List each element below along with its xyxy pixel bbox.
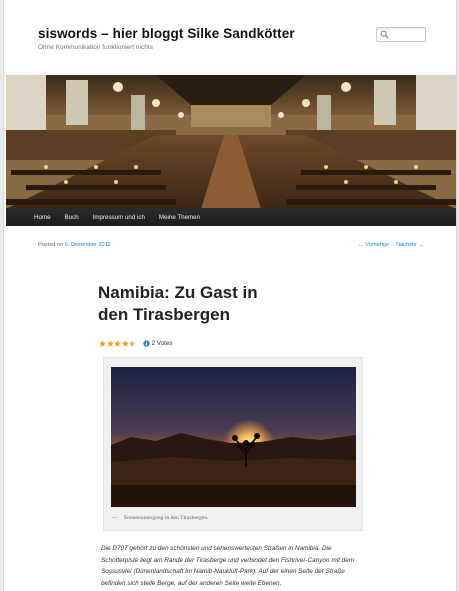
star-half-icon[interactable] [129,340,136,347]
menu-item-meine-themen[interactable]: Meine Themen [159,214,200,221]
menu-item-home[interactable]: Home [34,214,51,221]
search-icon [380,30,389,39]
site-title[interactable]: siswords – hier bloggt Silke Sandkötter [38,26,295,41]
menu-item-buch[interactable]: Buch [65,214,79,221]
sunset-photo[interactable] [111,367,356,507]
post-body-text: Die D707 gehört zu den schönsten und seh… [101,545,355,587]
menu-item-impressum[interactable]: Impressum und ich [93,214,145,221]
star-icon[interactable] [114,340,121,347]
star-icon[interactable] [121,340,129,347]
page: siswords – hier bloggt Silke Sandkötter … [3,0,457,591]
post-navigation: ← Vorherige Nächste → [358,242,424,248]
post-date-link[interactable]: 9. Dezember 2012 [65,242,111,248]
star-icon[interactable] [106,340,114,347]
post-meta: Posted on 9. Dezember 2012 [38,242,111,248]
main-menu: Home Buch Impressum und ich Meine Themen [6,208,456,226]
post-rating: 2 Votes [99,340,173,347]
caption-dash: — [112,515,118,521]
next-post-link[interactable]: Nächste → [396,242,424,248]
header-banner-image [6,75,456,209]
search-box[interactable] [376,27,426,42]
posted-on-label: Posted on [38,242,64,248]
votes-count: 2 Votes [151,340,173,347]
site-description: Ohne Kommunikation funktioniert nichts [38,44,153,51]
info-icon [142,340,150,347]
post-title[interactable]: Namibia: Zu Gast in den Tirasbergen [98,282,288,326]
search-input[interactable] [390,28,422,41]
post-figure: — Sonnenuntergang in den Tirasbergen. [103,357,363,531]
figure-caption: — Sonnenuntergang in den Tirasbergen. [112,515,208,521]
caption-text: Sonnenuntergang in den Tirasbergen. [123,515,209,521]
previous-post-link[interactable]: ← Vorherige [358,242,389,248]
star-icon[interactable] [99,340,106,347]
